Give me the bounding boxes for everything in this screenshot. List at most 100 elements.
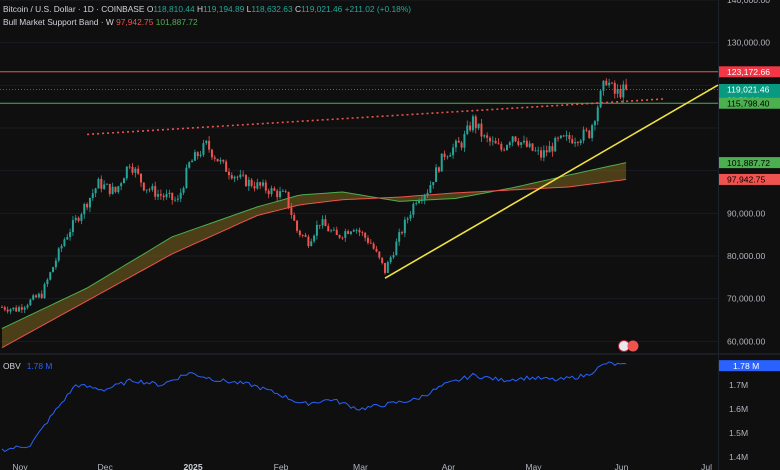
candle-body <box>264 182 267 191</box>
candle-body <box>562 135 565 137</box>
candle-body <box>250 179 253 187</box>
candle-body <box>267 190 270 195</box>
candle-body <box>142 182 145 191</box>
price-tick-label: 70,000.00 <box>727 294 765 304</box>
candle-body <box>23 307 26 310</box>
price-tick-label: 130,000.00 <box>727 38 770 48</box>
candle-body <box>296 220 299 231</box>
price-axis[interactable]: 140,000.00 130,000.00 90,000.00 80,000.00 70… <box>719 0 780 346</box>
candle-body <box>18 307 21 312</box>
candle-body <box>318 224 321 226</box>
candle-body <box>454 140 457 148</box>
candle-body <box>437 167 440 172</box>
candle-body <box>287 191 290 208</box>
candle-body <box>551 146 554 152</box>
candle-body <box>321 219 324 226</box>
candle-body <box>43 284 46 298</box>
candle-body <box>383 262 386 273</box>
candle-body <box>415 202 418 204</box>
obv-value: 1.78 M <box>26 361 53 371</box>
candle-body <box>480 123 483 137</box>
candle-body <box>60 245 63 249</box>
candle-body <box>511 136 514 143</box>
candle-body <box>406 218 409 220</box>
time-tick-label: Dec <box>97 462 113 470</box>
candle-body <box>117 186 120 193</box>
time-axis[interactable]: Nov Dec 2025 Feb Mar Apr May Jun Jul <box>12 462 712 470</box>
candle-body <box>313 235 316 242</box>
candle-body <box>54 260 57 268</box>
candle-body <box>137 168 140 174</box>
last-price-label: 119,021.46 <box>727 85 770 95</box>
chart-header: Bitcoin / U.S. Dollar · 1D · COINBASE O1… <box>3 3 411 29</box>
candle-body <box>159 194 162 196</box>
indicator-value-2: 101,887.72 <box>155 17 198 27</box>
obv-tick-label: 1.5M <box>729 428 748 438</box>
candle-body <box>193 152 196 161</box>
candle-body <box>344 231 347 238</box>
candle-body <box>534 150 537 152</box>
price-chart[interactable]: 1.78 M 1.7M 1.6M 1.5M 1.4M 140,000.00 130,000… <box>0 0 780 470</box>
obv-line <box>1 361 627 453</box>
candle-body <box>151 186 154 190</box>
candle-body <box>528 143 531 147</box>
candle-body <box>120 183 123 187</box>
candle-body <box>9 309 12 312</box>
candle-body <box>15 307 18 312</box>
candle-body <box>446 156 449 158</box>
candle-body <box>474 116 477 129</box>
candle-body <box>157 194 160 197</box>
candle-body <box>491 140 494 142</box>
candle-body <box>140 173 143 183</box>
candle-body <box>537 150 540 152</box>
candle-body <box>244 175 247 187</box>
candle-body <box>145 189 148 191</box>
candle-body <box>165 194 168 198</box>
indicator-value-1: 97,942.75 <box>116 17 154 27</box>
candle-body <box>281 191 284 192</box>
candle-body <box>466 125 469 134</box>
candle-body <box>122 178 125 184</box>
candle-body <box>488 137 491 142</box>
candle-body <box>605 80 608 86</box>
candle-body <box>395 241 398 256</box>
candle-body <box>435 167 438 183</box>
candle-body <box>471 116 474 131</box>
candle-body <box>103 184 106 189</box>
candle-body <box>548 146 551 153</box>
candle-body <box>301 235 304 236</box>
candle-body <box>219 159 222 162</box>
candle-body <box>179 192 182 199</box>
band-sma-price-label: 97,942.75 <box>727 175 765 185</box>
candle-body <box>227 171 230 176</box>
candle-body <box>409 214 412 219</box>
candle-body <box>381 257 384 263</box>
candle-body <box>457 140 460 143</box>
candle-body <box>335 229 338 235</box>
candle-body <box>185 167 188 189</box>
candle-body <box>523 140 526 143</box>
candle-body <box>494 140 497 144</box>
obv-pane: 1.78 M 1.7M 1.6M 1.5M 1.4M <box>1 360 780 462</box>
candle-body <box>262 182 265 186</box>
band-sma-line <box>1 178 627 349</box>
indicator-title[interactable]: Bull Market Support Band · W <box>3 17 114 27</box>
candle-body <box>369 242 372 244</box>
high-value: 119,194.89 <box>203 4 245 14</box>
candle-body <box>423 194 426 200</box>
candle-body <box>324 219 327 227</box>
obv-label[interactable]: OBV <box>3 361 21 371</box>
candle-body <box>559 135 562 139</box>
low-value: 118,632.63 <box>251 4 293 14</box>
candle-body <box>366 237 369 243</box>
candle-body <box>284 191 287 192</box>
open-value: 118,810.44 <box>153 4 195 14</box>
candle-body <box>105 183 108 185</box>
candle-body <box>125 166 128 179</box>
candle-body <box>619 89 622 98</box>
candle-body <box>525 140 528 147</box>
obv-value-label: 1.78 M <box>733 361 759 371</box>
symbol-title[interactable]: Bitcoin / U.S. Dollar · 1D · COINBASE <box>3 4 144 14</box>
candle-body <box>500 143 503 150</box>
candle-body <box>412 203 415 215</box>
